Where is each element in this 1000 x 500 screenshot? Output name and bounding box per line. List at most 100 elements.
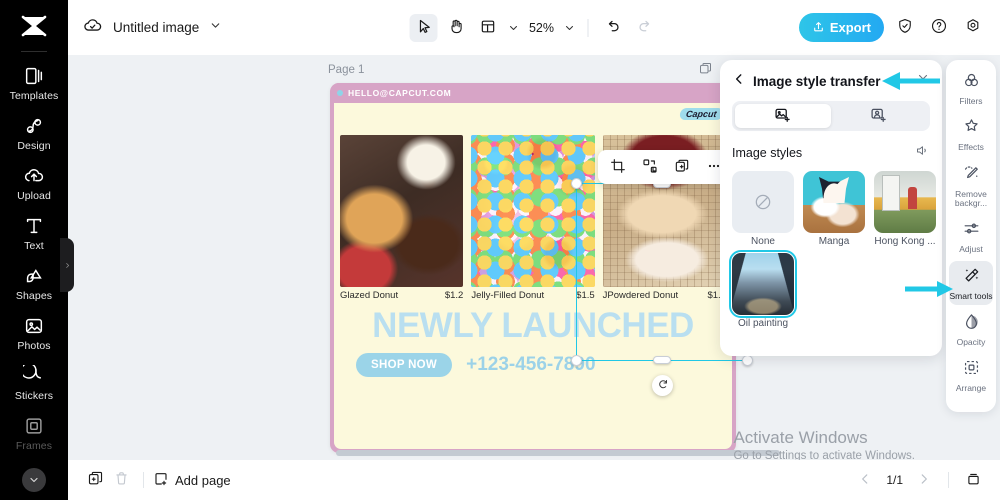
sidebar-item-templates[interactable]: Templates	[0, 58, 68, 108]
sidebar-item-text[interactable]: Text	[0, 208, 68, 258]
styles-section-header: Image styles	[732, 143, 930, 163]
style-label: Oil painting	[737, 318, 789, 329]
add-page-button[interactable]: Add page	[153, 471, 231, 490]
help-button[interactable]	[926, 15, 952, 41]
zoom-dropdown-caret[interactable]	[562, 14, 578, 42]
portrait-style-icon	[870, 106, 888, 127]
tool-remove-background[interactable]: Remove backgr...	[949, 159, 993, 213]
tool-label: Filters	[959, 96, 983, 106]
style-option-hongkong[interactable]: Hong Kong ...	[874, 171, 936, 247]
capcut-editor-window: Templates Design Upload Text Shapes Phot…	[0, 0, 1000, 500]
sidebar-item-design[interactable]: Design	[0, 108, 68, 158]
pages-panel-button[interactable]	[960, 467, 986, 493]
opacity-icon	[962, 312, 981, 336]
frames-icon	[23, 415, 45, 437]
redo-button[interactable]	[631, 14, 659, 42]
duplicate-page-button[interactable]	[82, 467, 108, 493]
sidebar-divider	[21, 51, 47, 52]
zoom-level[interactable]: 52%	[526, 21, 558, 35]
trash-icon	[113, 470, 130, 490]
none-thumb	[732, 171, 794, 233]
sidebar-item-stickers[interactable]: Stickers	[0, 358, 68, 408]
poster-headline[interactable]: NEWLY LAUNCHED	[338, 308, 728, 343]
rotate-handle[interactable]	[652, 375, 673, 396]
next-page-button[interactable]	[911, 467, 937, 493]
smart-tools-icon	[962, 266, 981, 290]
page-label: Page 1	[328, 64, 365, 76]
style-option-manga[interactable]: Manga	[803, 171, 865, 247]
tool-label: Opacity	[956, 337, 986, 348]
sidebar-item-label: Stickers	[14, 390, 54, 402]
layout-grid-tool[interactable]	[474, 14, 502, 42]
sidebar-expand-more-button[interactable]	[22, 468, 46, 492]
image-style-transfer-panel: Image style transfer Image styles None M…	[720, 60, 942, 356]
tab-image-style[interactable]	[735, 104, 831, 128]
product-card-1[interactable]: Glazed Donut $1.2	[340, 135, 464, 301]
product-meta: Glazed Donut $1.2	[340, 290, 463, 301]
tool-filters[interactable]: Filters	[949, 66, 993, 110]
cloud-save-icon[interactable]	[82, 15, 103, 41]
tool-arrange[interactable]: Arrange	[949, 353, 993, 397]
replace-button[interactable]	[636, 153, 664, 181]
settings-button[interactable]	[960, 15, 986, 41]
capcut-logo[interactable]	[19, 14, 49, 43]
sidebar-item-label: Upload	[17, 190, 51, 202]
tool-effects[interactable]: Effects	[949, 112, 993, 156]
poster-header-bar: HELLO@CAPCUT.COM	[330, 83, 736, 103]
glazed-donut-photo[interactable]	[340, 135, 464, 287]
tab-portrait-style[interactable]	[831, 104, 927, 128]
tool-adjust[interactable]: Adjust	[949, 214, 993, 258]
resize-handle-bottom-right[interactable]	[742, 355, 753, 366]
crop-button[interactable]	[604, 153, 632, 181]
hand-pan-tool[interactable]	[442, 14, 470, 42]
poster-cta-row: SHOP NOW +123-456-7890	[356, 353, 596, 377]
chevron-down-icon[interactable]	[209, 19, 222, 37]
templates-icon	[23, 65, 45, 87]
bottombar-divider	[143, 472, 144, 488]
horizontal-scrollbar[interactable]	[336, 450, 780, 456]
sidebar-item-photos[interactable]: Photos	[0, 308, 68, 358]
duplicate-page-icon	[87, 470, 104, 490]
announce-icon[interactable]	[915, 143, 930, 163]
shapes-icon	[23, 265, 45, 287]
undo-button[interactable]	[599, 14, 627, 42]
tool-opacity[interactable]: Opacity	[949, 307, 993, 351]
sidebar-item-shapes[interactable]: Shapes	[0, 258, 68, 308]
sidebar-item-frames[interactable]: Frames	[0, 408, 68, 458]
design-icon	[23, 115, 45, 137]
tool-label: Smart tools	[949, 290, 993, 301]
close-icon[interactable]	[916, 72, 930, 91]
poster-email: HELLO@CAPCUT.COM	[348, 88, 452, 98]
shop-now-button[interactable]: SHOP NOW	[356, 353, 453, 377]
product-card-2[interactable]: Jelly-Filled Donut $1.5	[471, 135, 595, 301]
sidebar-item-label: Text	[24, 240, 44, 252]
poster-artboard[interactable]: HELLO@CAPCUT.COM Capcut Glazed Donut $1.…	[330, 83, 736, 453]
jelly-donut-photo[interactable]	[471, 135, 595, 287]
style-option-none[interactable]: None	[732, 171, 794, 247]
duplicate-button[interactable]	[668, 153, 696, 181]
export-button[interactable]: Export	[798, 13, 884, 42]
cursor-select-tool[interactable]	[409, 13, 438, 42]
sidebar-item-upload[interactable]: Upload	[0, 158, 68, 208]
photos-icon	[23, 315, 45, 337]
duplicate-page-icon[interactable]	[698, 61, 713, 81]
delete-page-button[interactable]	[108, 467, 134, 493]
page-navigation: 1/1	[852, 467, 986, 493]
tool-smart-tools[interactable]: Smart tools	[949, 260, 993, 306]
product-price: $1.5	[576, 290, 595, 301]
poster-phone[interactable]: +123-456-7890	[466, 354, 595, 376]
prev-page-button[interactable]	[852, 467, 878, 493]
layout-dropdown-caret[interactable]	[506, 14, 522, 42]
sidebar-collapse-handle[interactable]	[60, 238, 74, 292]
sidebar-item-label: Photos	[17, 340, 51, 352]
sidebar-item-label: Templates	[9, 90, 59, 102]
product-price: $1.2	[444, 290, 464, 301]
layout-grid-icon	[479, 18, 496, 38]
filters-icon	[962, 71, 981, 95]
document-title[interactable]: Untitled image	[113, 20, 199, 35]
shield-check-button[interactable]	[892, 15, 918, 41]
style-option-oil-painting[interactable]: Oil painting	[729, 250, 797, 329]
chevron-left-icon[interactable]	[732, 72, 746, 91]
manga-thumb	[803, 171, 865, 233]
capcut-watermark: Capcut	[679, 108, 724, 120]
